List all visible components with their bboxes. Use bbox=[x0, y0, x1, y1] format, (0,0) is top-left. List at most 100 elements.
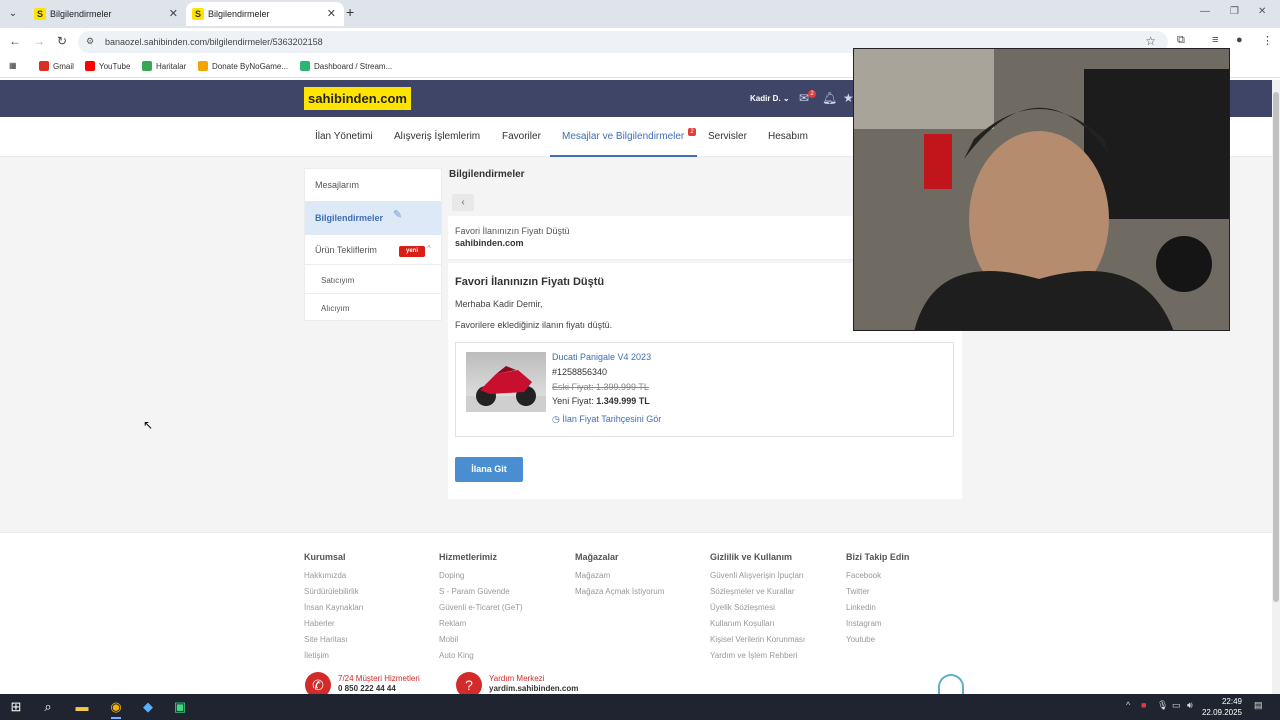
bookmark-dashboard[interactable]: Dashboard / Stream... bbox=[300, 61, 392, 71]
footer-link[interactable]: Reklam bbox=[439, 616, 523, 632]
footer-link[interactable]: Mağaza Açmak İstiyorum bbox=[575, 584, 664, 600]
back-button[interactable]: ‹ bbox=[452, 194, 474, 211]
app-icon[interactable]: ◆ bbox=[138, 697, 158, 717]
search-icon[interactable]: ⌕ bbox=[38, 697, 58, 717]
new-badge: yeni bbox=[399, 246, 425, 257]
extensions-icon[interactable]: ⧉ bbox=[1177, 34, 1185, 47]
bookmark-youtube[interactable]: YouTube bbox=[85, 61, 130, 71]
listing-new-price: Yeni Fiyat: 1.349.999 TL bbox=[552, 396, 650, 406]
maximize-icon[interactable]: ❐ bbox=[1230, 6, 1239, 17]
listing-title-link[interactable]: Ducati Panigale V4 2023 bbox=[552, 352, 651, 362]
sidebar-item-urun-tekliflerim[interactable]: Ürün Tekliflerim yeni ^ bbox=[305, 235, 441, 265]
back-icon[interactable]: ← bbox=[9, 34, 21, 48]
footer-link[interactable]: Doping bbox=[439, 568, 523, 584]
menu-kebab-icon[interactable]: ⋮ bbox=[1262, 34, 1273, 47]
notifications-bell-icon[interactable]: 🔔︎ bbox=[822, 91, 837, 105]
reload-icon[interactable]: ↻ bbox=[57, 34, 67, 48]
footer-link[interactable]: İnsan Kaynakları bbox=[304, 600, 364, 616]
bookmark-haritalar[interactable]: Haritalar bbox=[142, 61, 186, 71]
user-menu[interactable]: Kadir D. ⌄ bbox=[750, 94, 790, 103]
sahibinden-logo[interactable]: sahibinden.com bbox=[304, 87, 411, 110]
footer-link[interactable]: Kullanım Koşulları bbox=[710, 616, 805, 632]
nav-alisveris-islemlerim[interactable]: Alışveriş İşlemlerim bbox=[394, 131, 480, 142]
tab-search-icon[interactable]: ⌄ bbox=[4, 5, 22, 23]
price-history-link[interactable]: ◷ İlan Fiyat Tarihçesini Gör bbox=[552, 414, 661, 425]
footer-link[interactable]: Linkedin bbox=[846, 600, 909, 616]
sidebar-item-aliciyim[interactable]: Alıcıyım bbox=[305, 294, 441, 321]
bookmark-star-icon[interactable]: ☆ bbox=[1145, 34, 1156, 48]
footer-link[interactable]: Mobil bbox=[439, 632, 523, 648]
sidebar-item-mesajlarim[interactable]: Mesajlarım bbox=[305, 169, 441, 201]
tab-close-icon[interactable]: ✕ bbox=[169, 7, 178, 20]
media-icon[interactable]: ≡ bbox=[1212, 34, 1218, 46]
browser-tab-2-active[interactable]: S Bilgilendirmeler ✕ bbox=[186, 2, 344, 26]
footer-column-bizi-takip-edin: Bizi Takip Edin Facebook Twitter Linkedi… bbox=[846, 552, 909, 648]
forward-icon[interactable]: → bbox=[33, 34, 45, 48]
minimize-icon[interactable]: — bbox=[1200, 6, 1210, 17]
support-line2: yardim.sahibinden.com bbox=[489, 684, 579, 693]
page-scrollbar[interactable] bbox=[1272, 80, 1280, 694]
nav-servisler[interactable]: Servisler bbox=[708, 131, 747, 142]
sidebar-item-saticiyim[interactable]: Satıcıyım bbox=[305, 266, 441, 294]
bookmark-donate[interactable]: Donate ByNoGame... bbox=[198, 61, 288, 71]
webcam-person-image bbox=[854, 49, 1229, 330]
footer-heading: Bizi Takip Edin bbox=[846, 552, 910, 562]
network-icon[interactable]: ▭ bbox=[1172, 700, 1181, 711]
footer-link[interactable]: Üyelik Sözleşmesi bbox=[710, 600, 805, 616]
nav-mesajlar-ve-bilgilendirmeler[interactable]: Mesajlar ve Bilgilendirmeler bbox=[562, 131, 684, 142]
scrollbar-thumb[interactable] bbox=[1273, 92, 1279, 602]
motorcycle-image bbox=[466, 366, 546, 412]
file-explorer-icon[interactable]: ▬ bbox=[72, 697, 92, 717]
tray-chevron-icon[interactable]: ^ bbox=[1126, 700, 1130, 710]
nav-ilan-yonetimi[interactable]: İlan Yönetimi bbox=[315, 131, 373, 142]
footer-link[interactable]: Facebook bbox=[846, 568, 909, 584]
footer-link[interactable]: Youtube bbox=[846, 632, 909, 648]
footer-link[interactable]: Güvenli e-Ticaret (GeT) bbox=[439, 600, 523, 616]
footer-link[interactable]: Haberler bbox=[304, 616, 364, 632]
footer-link[interactable]: Instagram bbox=[846, 616, 909, 632]
profile-avatar-icon[interactable]: ● bbox=[1236, 34, 1243, 46]
tab-close-icon[interactable]: ✕ bbox=[327, 7, 336, 20]
footer-link[interactable]: S - Param Güvende bbox=[439, 584, 523, 600]
go-to-listing-button[interactable]: İlana Git bbox=[455, 457, 523, 482]
footer-link[interactable]: Hakkımızda bbox=[304, 568, 364, 584]
trust-seal-icon bbox=[938, 674, 964, 694]
footer-column-gizlilik: Gizlilik ve Kullanım Güvenli Alışverişin… bbox=[710, 552, 805, 664]
microphone-icon[interactable]: 🎙︎ bbox=[1157, 700, 1168, 711]
listing-thumbnail[interactable] bbox=[466, 352, 546, 412]
footer-link[interactable]: Yardım ve İşlem Rehberi bbox=[710, 648, 805, 664]
new-tab-icon[interactable]: + bbox=[346, 4, 354, 20]
site-info-icon[interactable]: ⚙ bbox=[86, 36, 94, 47]
nav-hesabim[interactable]: Hesabım bbox=[768, 131, 808, 142]
nav-favoriler[interactable]: Favoriler bbox=[502, 131, 541, 142]
url-text: banaozel.sahibinden.com/bilgilendirmeler… bbox=[105, 37, 323, 47]
volume-icon[interactable]: 🔊︎ bbox=[1187, 700, 1193, 711]
page-title: Bilgilendirmeler bbox=[449, 169, 525, 180]
notification-center-icon[interactable]: ▤ bbox=[1254, 700, 1263, 711]
footer-link[interactable]: Güvenli Alışverişin İpuçları bbox=[710, 568, 805, 584]
footer-link[interactable]: Auto King bbox=[439, 648, 523, 664]
bookmark-gmail[interactable]: Gmail bbox=[39, 61, 74, 71]
price-history-label: İlan Fiyat Tarihçesini Gör bbox=[562, 414, 662, 424]
tray-app-icon[interactable]: ■ bbox=[1141, 700, 1146, 710]
footer-link[interactable]: Sürdürülebilirlik bbox=[304, 584, 364, 600]
footer-link[interactable]: Twitter bbox=[846, 584, 909, 600]
close-window-icon[interactable]: ✕ bbox=[1258, 6, 1266, 17]
footer-link[interactable]: Kişisel Verilerin Korunması bbox=[710, 632, 805, 648]
footer-heading: Mağazalar bbox=[575, 552, 619, 562]
android-app-icon[interactable]: ▣ bbox=[170, 697, 190, 717]
browser-tab-1[interactable]: S Bilgilendirmeler ✕ bbox=[28, 2, 186, 26]
footer-link[interactable]: Mağazam bbox=[575, 568, 664, 584]
windows-start-icon[interactable]: ⊞ bbox=[6, 697, 26, 717]
bookmark-label: YouTube bbox=[99, 61, 131, 71]
sidebar-item-label: Mesajlarım bbox=[315, 180, 360, 190]
apps-grid-icon[interactable]: ▦ bbox=[9, 61, 17, 70]
chrome-icon[interactable]: ◉ bbox=[106, 697, 126, 719]
system-clock[interactable]: 22:49 22.09.2025 bbox=[1196, 696, 1242, 718]
footer-link[interactable]: Site Haritası bbox=[304, 632, 364, 648]
footer-link[interactable]: İletişim bbox=[304, 648, 364, 664]
clock-icon: ◷ bbox=[552, 414, 560, 424]
footer-link[interactable]: Sözleşmeler ve Kurallar bbox=[710, 584, 805, 600]
dashboard-icon bbox=[300, 61, 310, 71]
sidebar-item-bilgilendirmeler[interactable]: Bilgilendirmeler ✎ bbox=[305, 201, 441, 235]
